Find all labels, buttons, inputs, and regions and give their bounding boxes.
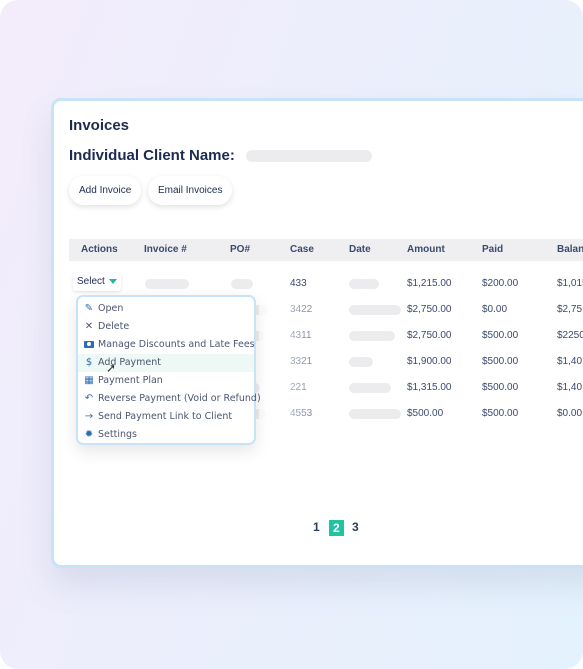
balance-cell: $1,40 [557, 356, 583, 367]
gear-icon: ✹ [84, 429, 94, 440]
money-icon [83, 336, 95, 354]
date-placeholder [349, 383, 391, 393]
col-balance[interactable]: Balan [557, 239, 583, 261]
date-placeholder [349, 279, 379, 289]
menu-item-manage-discounts[interactable]: Manage Discounts and Late Fees [78, 336, 255, 354]
case-cell: 433 [290, 278, 307, 289]
actions-select[interactable]: Select [73, 273, 121, 291]
menu-item-reverse-payment[interactable]: ↶ Reverse Payment (Void or Refund) [78, 390, 261, 408]
invoice-number-placeholder [145, 279, 189, 289]
page-1[interactable]: 1 [313, 520, 320, 534]
menu-item-add-payment[interactable]: $ Add Payment [78, 354, 254, 372]
col-date[interactable]: Date [349, 239, 371, 261]
col-po-number[interactable]: PO# [230, 239, 250, 261]
date-placeholder [349, 331, 395, 341]
date-placeholder [349, 357, 373, 367]
amount-cell: $500.00 [407, 408, 444, 419]
menu-item-label: Payment Plan [98, 375, 163, 386]
amount-cell: $1,900.00 [407, 356, 452, 367]
page-3[interactable]: 3 [352, 520, 359, 534]
po-placeholder [231, 279, 253, 289]
table-header: Actions Invoice # PO# Case Date Amount P… [69, 239, 583, 261]
actions-select-label: Select [77, 276, 105, 287]
menu-item-label: Manage Discounts and Late Fees [98, 339, 255, 350]
email-invoices-button[interactable]: Email Invoices [148, 176, 233, 205]
paid-cell: $200.00 [482, 278, 519, 289]
menu-item-delete[interactable]: ✕ Delete [78, 318, 254, 336]
arrow-right-icon: → [84, 411, 94, 422]
actions-menu: ✎ Open ✕ Delete Manage Discounts and Late … [76, 295, 261, 445]
menu-item-open[interactable]: ✎ Open [78, 300, 254, 318]
paid-cell: $0.00 [482, 304, 508, 315]
client-name-label: Individual Client Name: [69, 147, 235, 164]
paid-cell: $500.00 [482, 408, 519, 419]
invoices-panel: Invoices Individual Client Name: Add Inv… [51, 98, 583, 568]
page-2-current[interactable]: 2 [329, 520, 344, 536]
col-invoice-number[interactable]: Invoice # [144, 239, 187, 261]
menu-shadow [259, 291, 349, 451]
menu-item-payment-plan[interactable]: ▦ Payment Plan [78, 372, 254, 390]
mouse-cursor-icon: ➚ [106, 361, 117, 375]
dollar-icon: $ [85, 357, 93, 368]
balance-cell: $1,40 [557, 382, 583, 393]
balance-cell: $1,015 [557, 278, 583, 289]
page-title: Invoices [69, 117, 130, 134]
amount-cell: $2,750.00 [407, 304, 452, 315]
col-case[interactable]: Case [290, 239, 314, 261]
balance-cell: $2250 [557, 330, 583, 341]
col-actions[interactable]: Actions [81, 239, 118, 261]
paid-cell: $500.00 [482, 356, 519, 367]
paid-cell: $500.00 [482, 382, 519, 393]
client-name-placeholder [246, 150, 372, 162]
amount-cell: $1,215.00 [407, 278, 452, 289]
menu-item-label: Delete [98, 321, 130, 332]
date-placeholder [349, 305, 401, 315]
close-icon: ✕ [84, 321, 94, 332]
balance-cell: $2,75 [557, 304, 583, 315]
menu-item-label: Send Payment Link to Client [98, 411, 233, 422]
reply-icon: ↶ [84, 393, 94, 404]
menu-item-settings[interactable]: ✹ Settings [78, 426, 254, 444]
edit-icon: ✎ [84, 303, 94, 314]
date-placeholder [349, 409, 401, 419]
caret-down-icon [108, 278, 117, 284]
paid-cell: $500.00 [482, 330, 519, 341]
col-paid[interactable]: Paid [482, 239, 503, 261]
menu-item-label: Settings [98, 429, 137, 440]
amount-cell: $2,750.00 [407, 330, 452, 341]
add-invoice-button[interactable]: Add Invoice [69, 176, 142, 205]
menu-item-send-payment-link[interactable]: → Send Payment Link to Client [78, 408, 254, 426]
menu-item-label: Reverse Payment (Void or Refund) [98, 393, 261, 404]
calendar-icon: ▦ [84, 375, 94, 386]
amount-cell: $1,315.00 [407, 382, 452, 393]
menu-item-label: Open [98, 303, 124, 314]
balance-cell: $0.00 [557, 408, 583, 419]
col-amount[interactable]: Amount [407, 239, 445, 261]
